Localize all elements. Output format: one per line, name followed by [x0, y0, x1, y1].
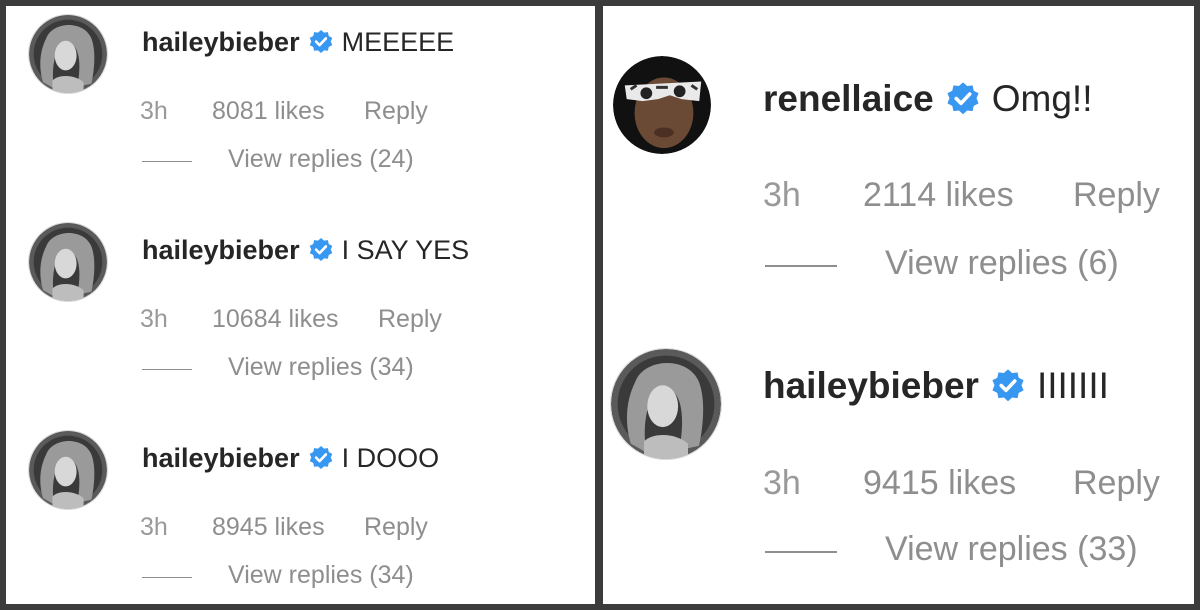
avatar[interactable] — [28, 222, 108, 302]
reply-button[interactable]: Reply — [1073, 464, 1160, 503]
comment-time: 3h — [763, 464, 801, 502]
comment-time: 3h — [140, 305, 168, 333]
likes-count[interactable]: 9415 likes — [863, 464, 1016, 503]
verified-badge-icon — [990, 368, 1026, 404]
comment-meta: 3h 10684 likes Reply — [140, 305, 580, 337]
comment-text: IIIIIII — [1036, 365, 1109, 406]
verified-badge-icon — [308, 29, 334, 55]
comment-meta: 3h 8081 likes Reply — [140, 97, 580, 129]
comment-time: 3h — [140, 97, 168, 125]
reply-button[interactable]: Reply — [364, 97, 428, 126]
view-replies-row[interactable]: View replies (33) — [763, 530, 1193, 572]
comment-text: Omg!! — [991, 78, 1093, 119]
comment-header: haileybieber IIIIIII — [763, 363, 1109, 409]
replies-divider — [142, 369, 192, 370]
likes-count[interactable]: 10684 likes — [212, 305, 338, 334]
comment-header: haileybieber I SAY YES — [142, 233, 469, 267]
replies-divider — [142, 577, 192, 578]
view-replies-button[interactable]: View replies (33) — [885, 530, 1138, 569]
username[interactable]: haileybieber — [763, 365, 979, 407]
comment-time: 3h — [140, 513, 168, 541]
replies-divider — [142, 161, 192, 162]
view-replies-row[interactable]: View replies (34) — [140, 561, 580, 593]
verified-badge-icon — [945, 81, 981, 117]
view-replies-row[interactable]: View replies (24) — [140, 145, 580, 177]
username[interactable]: haileybieber — [142, 27, 300, 58]
comment-meta: 3h 9415 likes Reply — [763, 464, 1193, 506]
avatar[interactable] — [613, 56, 711, 154]
verified-badge-icon — [308, 445, 334, 471]
avatar[interactable] — [28, 430, 108, 510]
comment-text: I SAY YES — [341, 234, 470, 265]
view-replies-button[interactable]: View replies (24) — [228, 145, 414, 174]
comment-text: I DOOO — [341, 442, 440, 473]
replies-divider — [765, 551, 837, 553]
comment-meta: 3h 2114 likes Reply — [763, 176, 1193, 218]
verified-badge-icon — [308, 237, 334, 263]
view-replies-row[interactable]: View replies (6) — [763, 244, 1193, 286]
view-replies-button[interactable]: View replies (34) — [228, 561, 414, 590]
username[interactable]: haileybieber — [142, 443, 300, 474]
likes-count[interactable]: 2114 likes — [863, 176, 1014, 215]
replies-divider — [765, 265, 837, 267]
likes-count[interactable]: 8081 likes — [212, 97, 325, 126]
view-replies-button[interactable]: View replies (6) — [885, 244, 1119, 283]
username[interactable]: renellaice — [763, 78, 934, 120]
comment-header: haileybieber MEEEEE — [142, 25, 454, 59]
reply-button[interactable]: Reply — [1073, 176, 1160, 215]
avatar[interactable] — [28, 14, 108, 94]
comment-header: haileybieber I DOOO — [142, 441, 439, 475]
reply-button[interactable]: Reply — [378, 305, 442, 334]
left-comments-panel: haileybieber MEEEEE 3h 8081 likes Reply … — [6, 6, 595, 604]
comment-header: renellaice Omg!! — [763, 76, 1092, 122]
comment-time: 3h — [763, 176, 801, 214]
avatar[interactable] — [610, 348, 722, 460]
username[interactable]: haileybieber — [142, 235, 300, 266]
view-replies-row[interactable]: View replies (34) — [140, 353, 580, 385]
right-comments-panel: renellaice Omg!! 3h 2114 likes Reply Vie… — [603, 6, 1194, 604]
reply-button[interactable]: Reply — [364, 513, 428, 542]
view-replies-button[interactable]: View replies (34) — [228, 353, 414, 382]
comment-text: MEEEEE — [341, 26, 455, 57]
comment-meta: 3h 8945 likes Reply — [140, 513, 580, 545]
likes-count[interactable]: 8945 likes — [212, 513, 325, 542]
